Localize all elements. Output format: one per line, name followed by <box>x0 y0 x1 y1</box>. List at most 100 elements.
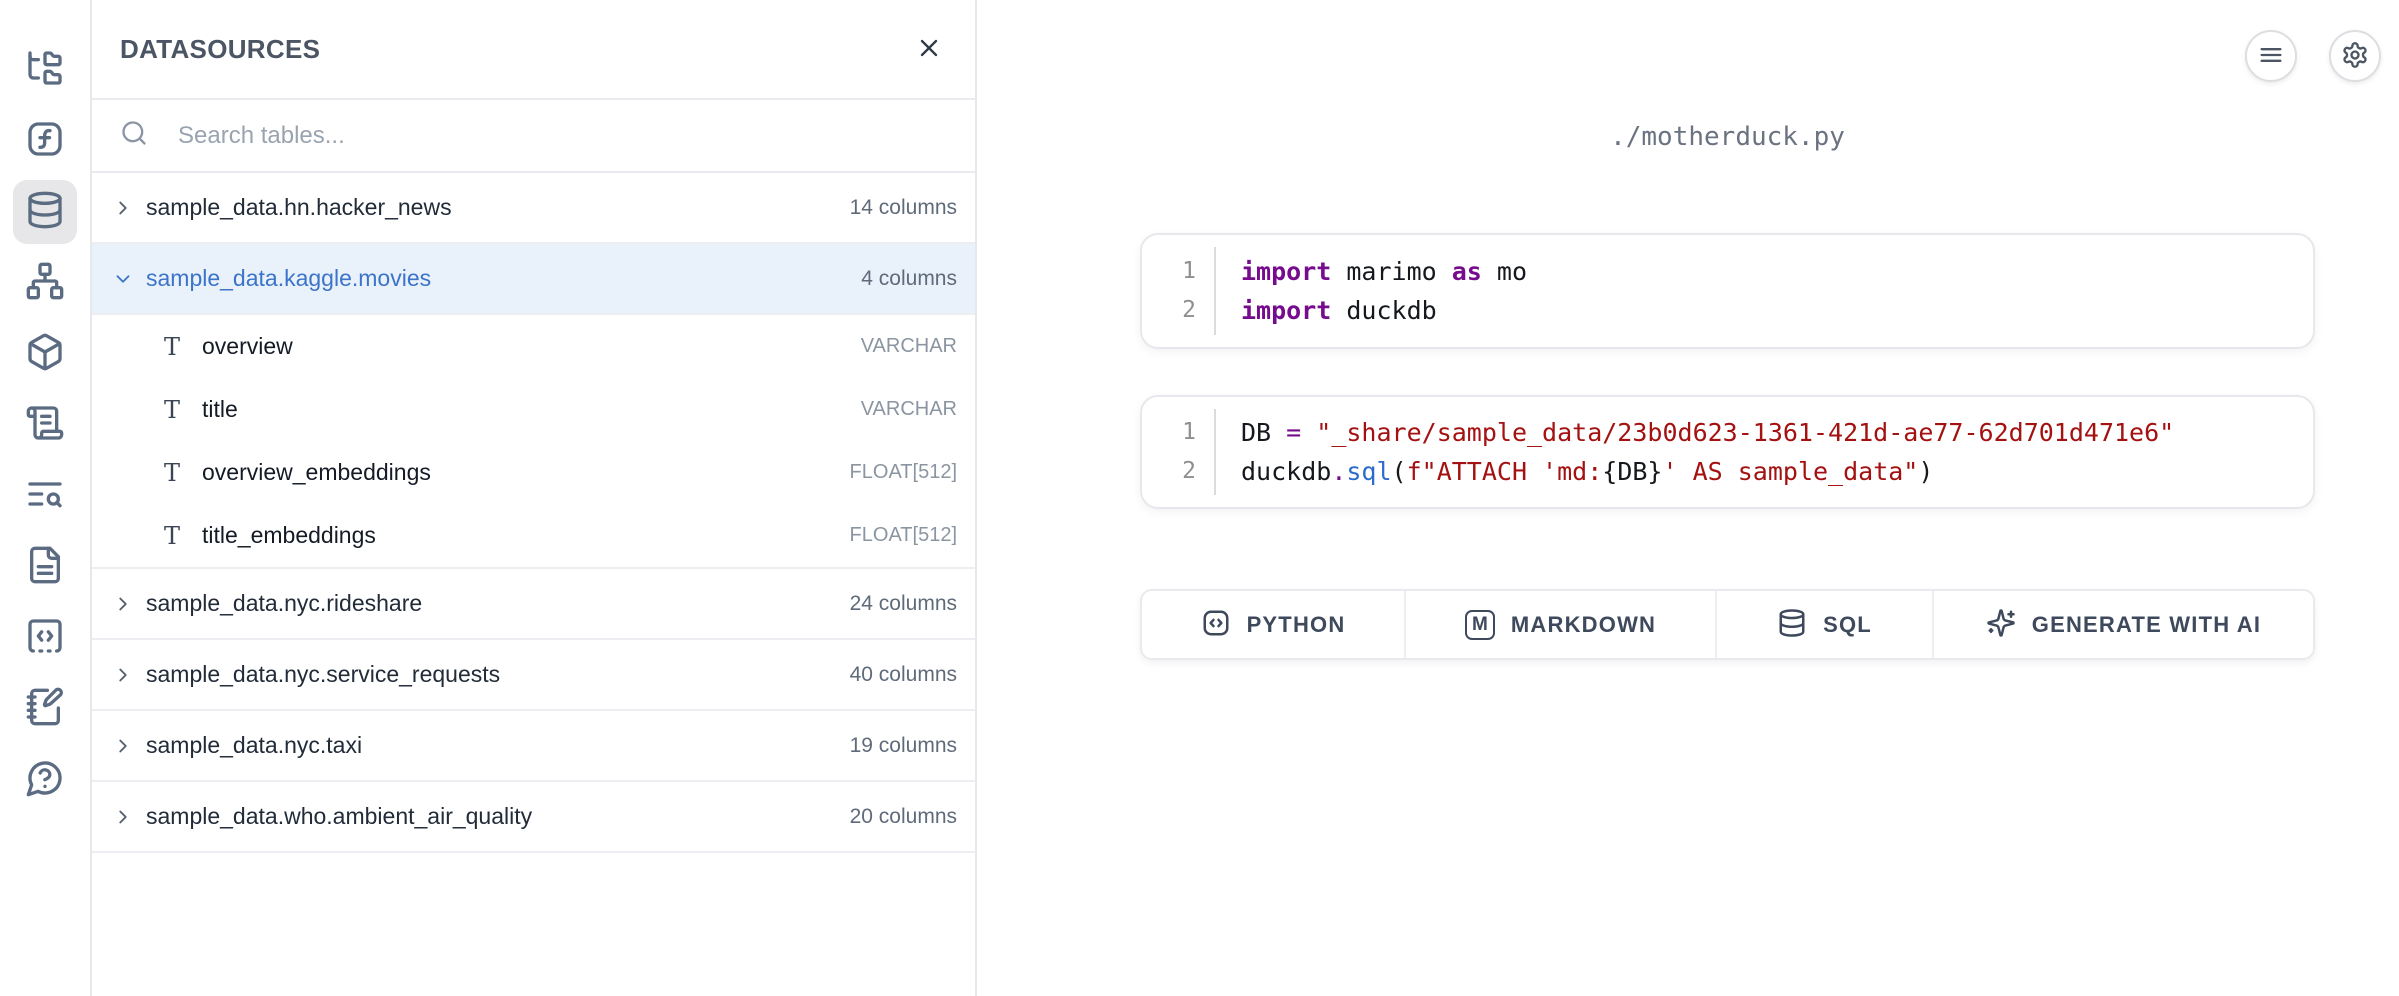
table-row[interactable]: sample_data.nyc.rideshare 24 columns <box>92 569 975 640</box>
markdown-icon-letter: M <box>1472 614 1488 636</box>
table-row[interactable]: sample_data.nyc.taxi 19 columns <box>92 711 975 782</box>
code-token: marimo <box>1331 257 1451 286</box>
code-token: duckdb <box>1241 457 1331 486</box>
sidebar-item-help[interactable] <box>13 748 77 812</box>
markdown-icon: M <box>1465 610 1495 640</box>
menu-button[interactable] <box>2245 30 2297 82</box>
code-token: f"ATTACH 'md: <box>1407 457 1603 486</box>
table-row[interactable]: sample_data.nyc.service_requests40 colum… <box>92 640 975 711</box>
chevron-right-icon <box>110 195 136 221</box>
datasources-header: DATASOURCES <box>92 0 975 100</box>
sidebar-item-snippets[interactable] <box>13 606 77 670</box>
code-editor: import marimo as mo import duckdb <box>1214 247 2313 335</box>
code-snippet-icon <box>25 616 65 661</box>
search-input[interactable] <box>176 121 951 151</box>
line-number: 2 <box>1182 291 1196 330</box>
notebook-pen-icon <box>25 687 65 732</box>
package-box-icon <box>25 332 65 377</box>
close-panel-button[interactable] <box>907 27 951 71</box>
column-row[interactable]: TtitleVARCHAR <box>92 378 975 441</box>
code-square-icon <box>1201 608 1231 641</box>
column-count-badge: 4 columns <box>861 267 957 291</box>
list-search-icon <box>25 474 65 519</box>
add-sql-cell-button[interactable]: SQL <box>1717 591 1934 658</box>
column-name: overview_embeddings <box>202 459 431 486</box>
sidebar-item-scratchpad[interactable] <box>13 677 77 741</box>
gear-icon <box>2341 41 2369 72</box>
table-row[interactable]: sample_data.who.ambient_air_quality 20 co… <box>92 782 975 853</box>
column-type: FLOAT[512] <box>850 524 957 547</box>
line-number-gutter: 12 <box>1142 235 1214 347</box>
table-name: sample_data.nyc.service_requests <box>146 661 500 688</box>
sidebar-item-documentation[interactable] <box>13 535 77 599</box>
table-group: sample_data.nyc.service_requests40 colum… <box>92 640 975 711</box>
search-icon <box>120 119 148 152</box>
code-cell[interactable]: 12 DB = "_share/sample_data/23b0d623-1361… <box>1140 395 2315 509</box>
table-name: sample_data.hn.hacker_news <box>146 194 452 221</box>
column-count-badge: 20 columns <box>850 805 957 829</box>
code-token: import <box>1241 257 1331 286</box>
chevron-down-icon <box>110 266 136 292</box>
chevron-right-icon <box>110 804 136 830</box>
column-row[interactable]: Ttitle_embeddings FLOAT[512] <box>92 504 975 567</box>
code-line: DB = "_share/sample_data/23b0d623-1361-4… <box>1241 413 2313 452</box>
button-label: MARKDOWN <box>1511 612 1656 638</box>
code-token: ) <box>1918 457 1933 486</box>
column-count-badge: 19 columns <box>850 734 957 758</box>
sidebar-item-logs[interactable] <box>13 393 77 457</box>
table-row[interactable]: sample_data.hn.hacker_news14 columns <box>92 173 975 244</box>
code-token: sql <box>1346 457 1391 486</box>
generate-with-ai-button[interactable]: GENERATE WITH AI <box>1934 591 2313 658</box>
button-label: PYTHON <box>1247 612 1346 638</box>
table-group: sample_data.nyc.taxi 19 columns <box>92 711 975 782</box>
line-number: 1 <box>1182 413 1196 452</box>
code-token: DB <box>1241 418 1286 447</box>
table-name: sample_data.who.ambient_air_quality <box>146 803 532 830</box>
text-type-icon: T <box>164 333 192 361</box>
sparkles-icon <box>1986 608 2016 641</box>
code-token: mo <box>1482 257 1527 286</box>
text-type-icon: T <box>164 522 192 550</box>
sidebar-item-variables[interactable] <box>13 109 77 173</box>
table-group: sample_data.who.ambient_air_quality 20 co… <box>92 782 975 853</box>
database-icon <box>25 190 65 235</box>
table-name: sample_data.kaggle.movies <box>146 265 431 292</box>
sidebar-item-datasources[interactable] <box>13 180 77 244</box>
datasources-panel: DATASOURCES sample_data.hn.hacker_news14… <box>92 0 977 996</box>
column-row[interactable]: Toverview_embeddings FLOAT[512] <box>92 441 975 504</box>
table-name: sample_data.nyc.taxi <box>146 732 362 759</box>
code-token: = <box>1286 418 1301 447</box>
code-token: "_share/sample_data/23b0d623-1361-421d-a… <box>1316 418 2174 447</box>
table-name: sample_data.nyc.rideshare <box>146 590 422 617</box>
text-type-icon: T <box>164 396 192 424</box>
database-icon <box>1777 608 1807 641</box>
code-line: import duckdb <box>1241 291 2313 330</box>
sidebar-item-outline-search[interactable] <box>13 464 77 528</box>
column-count-badge: 24 columns <box>850 592 957 616</box>
sidebar-item-file-explorer[interactable] <box>13 38 77 102</box>
code-token: as <box>1452 257 1482 286</box>
scroll-icon <box>25 403 65 448</box>
line-number: 2 <box>1182 452 1196 491</box>
column-type: FLOAT[512] <box>850 461 957 484</box>
settings-button[interactable] <box>2329 30 2381 82</box>
sidebar-item-dependencies[interactable] <box>13 251 77 315</box>
code-token: duckdb <box>1331 296 1436 325</box>
function-square-icon <box>25 119 65 164</box>
activity-bar <box>0 0 92 996</box>
sidebar-item-packages[interactable] <box>13 322 77 386</box>
notebook-filename: ./motherduck.py <box>1140 122 2315 152</box>
text-type-icon: T <box>164 459 192 487</box>
code-cell[interactable]: 12 import marimo as mo import duckdb <box>1140 233 2315 349</box>
column-row[interactable]: ToverviewVARCHAR <box>92 315 975 378</box>
table-row[interactable]: sample_data.kaggle.movies 4 columns <box>92 244 975 315</box>
tables-list: sample_data.hn.hacker_news14 columnssamp… <box>92 173 975 853</box>
add-python-cell-button[interactable]: PYTHON <box>1142 591 1406 658</box>
column-name: overview <box>202 333 293 360</box>
code-token: ' AS sample_data" <box>1662 457 1918 486</box>
add-markdown-cell-button[interactable]: M MARKDOWN <box>1406 591 1717 658</box>
close-icon <box>915 34 943 65</box>
table-group: sample_data.hn.hacker_news14 columns <box>92 173 975 244</box>
document-icon <box>25 545 65 590</box>
column-name: title_embeddings <box>202 522 376 549</box>
